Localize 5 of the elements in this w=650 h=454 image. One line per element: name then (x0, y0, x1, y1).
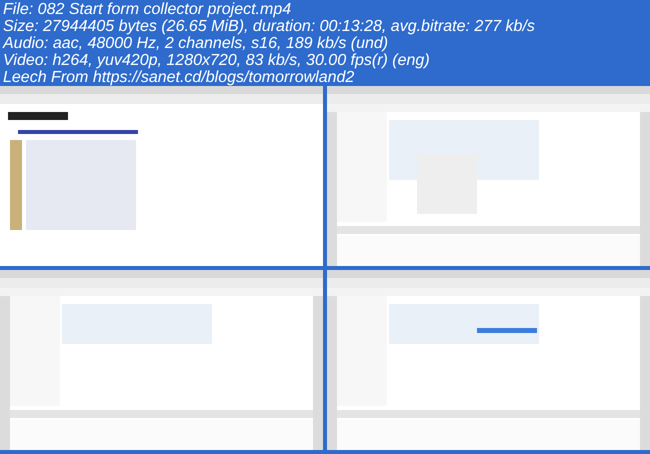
info-line: File: 082 Start form collector project.mp4 (3, 1, 292, 18)
info-line: Leech From https://sanet.cd/blogs/tomorrowland2 (3, 69, 356, 86)
info-line: Audio: aac, 48000 Hz, 2 channels, s16, 189 kb/s (und) (3, 35, 390, 52)
info-line: Size: 27944405 bytes (26.65 MiB), duration: 00:13:28, avg.bitrate: 277 kb/s (3, 18, 536, 35)
info-line: Video: h264, yuv420p, 1280x720, 83 kb/s, 30.00 fps(r) (eng) (3, 52, 431, 69)
